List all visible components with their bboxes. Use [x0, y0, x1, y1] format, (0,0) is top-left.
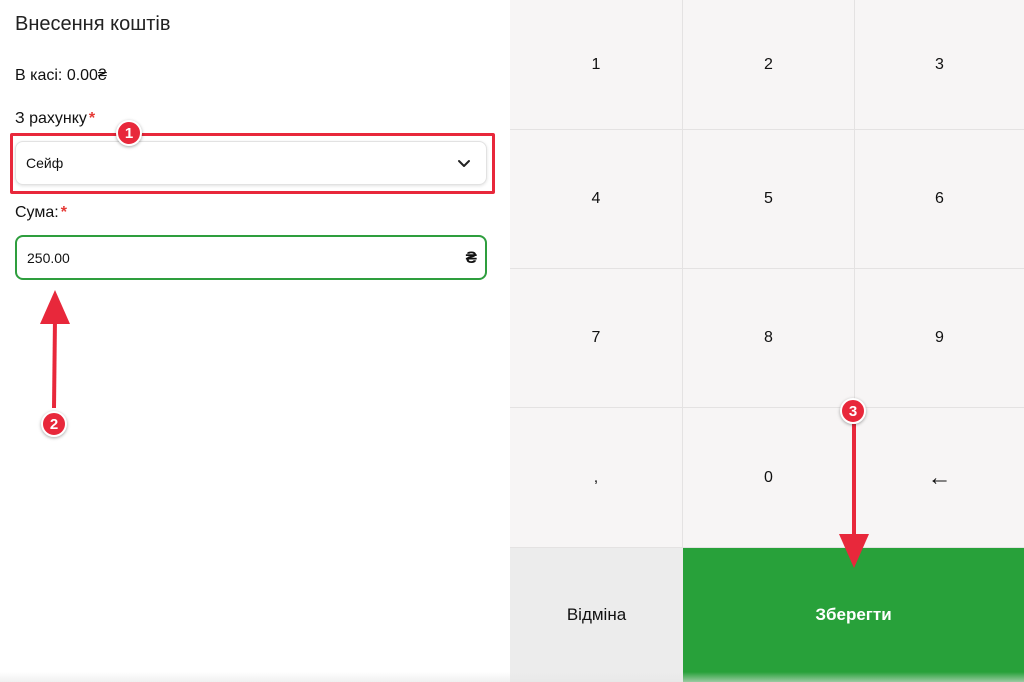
- step-badge-1: 1: [116, 120, 142, 146]
- key-7[interactable]: 7: [510, 269, 683, 408]
- key-2[interactable]: 2: [683, 0, 855, 130]
- key-comma[interactable]: ,: [510, 408, 683, 548]
- key-6[interactable]: 6: [855, 130, 1024, 269]
- key-9[interactable]: 9: [855, 269, 1024, 408]
- required-asterisk: *: [88, 110, 96, 127]
- page-title: Внесення коштів: [15, 13, 171, 35]
- key-backspace[interactable]: ←: [855, 408, 1024, 548]
- deposit-form-panel: Внесення коштів В касі: 0.00₴ З рахунку *…: [0, 0, 510, 682]
- sum-label-text: Сума:: [15, 204, 59, 221]
- numeric-keypad: 1 2 3 4 5 6 7 8 9 , 0 ←: [510, 0, 1024, 548]
- arrow-left-icon: ←: [927, 463, 952, 491]
- key-8[interactable]: 8: [683, 269, 855, 408]
- sum-label: Сума: *: [15, 204, 67, 222]
- cash-balance: В касі: 0.00₴: [15, 67, 107, 84]
- amount-input-value[interactable]: 250.00: [27, 250, 466, 266]
- hryvnia-icon: ₴: [465, 247, 477, 267]
- step-badge-2: 2: [41, 411, 67, 437]
- key-1[interactable]: 1: [510, 0, 683, 130]
- amount-input[interactable]: 250.00 ₴: [15, 235, 487, 280]
- key-4[interactable]: 4: [510, 130, 683, 269]
- account-label: З рахунку *: [15, 110, 95, 128]
- cancel-button[interactable]: Відміна: [510, 548, 683, 682]
- step-badge-3: 3: [840, 398, 866, 424]
- key-3[interactable]: 3: [855, 0, 1024, 130]
- key-5[interactable]: 5: [683, 130, 855, 269]
- highlight-frame: [10, 133, 495, 194]
- account-label-text: З рахунку: [15, 110, 87, 127]
- required-asterisk: *: [60, 204, 67, 221]
- key-0[interactable]: 0: [683, 408, 855, 548]
- save-button[interactable]: Зберегти: [683, 548, 1024, 682]
